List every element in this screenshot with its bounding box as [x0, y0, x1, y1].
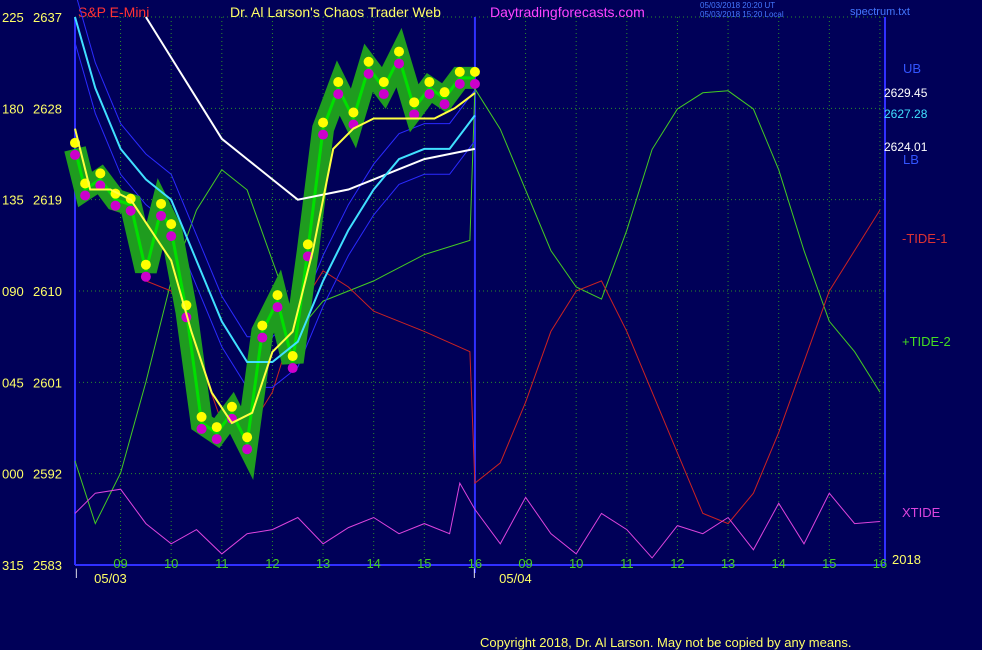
chart-container: 315 2583 000 2592 045 2601 090 2610 135 2619 180 26…: [0, 0, 982, 650]
high-marker: [333, 77, 344, 88]
high-marker: [287, 351, 298, 362]
high-marker: [166, 219, 177, 230]
x-tick-label: 09: [113, 556, 127, 571]
low-marker: [140, 271, 151, 282]
price-tick-label: 2601: [33, 375, 62, 390]
x-tick-label: 11: [620, 556, 634, 571]
high-marker: [196, 411, 207, 422]
xtide-label: XTIDE: [902, 505, 941, 520]
high-marker: [409, 97, 420, 108]
low-marker: [156, 210, 167, 221]
year-label: 2018: [892, 552, 921, 567]
low-marker: [110, 200, 121, 211]
date-label: 05/04: [499, 571, 532, 586]
osc-tick-label: 225: [2, 10, 24, 25]
ub-label: UB: [903, 61, 921, 76]
osc-tick-label: 090: [2, 284, 24, 299]
high-marker: [454, 66, 465, 77]
x-tick-label: 13: [316, 556, 330, 571]
osc-tick-label: 315: [2, 558, 24, 573]
price-mid-label: 2627.28: [884, 107, 928, 121]
x-tick-label: 15: [417, 556, 431, 571]
low-marker: [439, 99, 450, 110]
x-tick-label: 15: [822, 556, 836, 571]
high-marker: [394, 46, 404, 57]
high-marker: [348, 107, 359, 118]
high-marker: [302, 239, 313, 250]
symbol-label: S&P E-Mini: [78, 4, 149, 20]
high-marker: [156, 198, 167, 209]
low-marker: [257, 332, 268, 343]
x-tick-label: 13: [721, 556, 735, 571]
low-marker: [125, 205, 136, 216]
low-marker: [333, 89, 344, 100]
chart-title: Dr. Al Larson's Chaos Trader Web: [230, 4, 441, 20]
high-marker: [363, 56, 374, 67]
low-marker: [242, 444, 253, 455]
low-marker: [363, 68, 374, 79]
price-tick-label: 2610: [33, 284, 62, 299]
series-xtide: [74, 481, 880, 559]
high-marker: [378, 77, 389, 88]
price-tick-label: 2637: [33, 10, 62, 25]
high-marker: [469, 66, 480, 77]
high-marker: [140, 259, 151, 270]
x-tick-label: 11: [215, 556, 229, 571]
x-tick-label: 10: [164, 556, 178, 571]
timestamp-utc: 05/03/2018 20:20 UT: [700, 1, 775, 10]
high-marker: [211, 422, 222, 433]
osc-tick-label: 000: [2, 467, 24, 482]
x-tick-label: 09: [518, 556, 532, 571]
x-tick-label: 16: [873, 556, 887, 571]
low-marker: [454, 78, 465, 89]
tide-plus-label: +TIDE-2: [902, 334, 951, 349]
low-marker: [80, 190, 91, 201]
x-tick-label: 10: [569, 556, 583, 571]
date-label: 05/03: [94, 571, 127, 586]
high-marker: [226, 401, 237, 412]
low-marker: [394, 58, 404, 69]
high-marker: [242, 432, 253, 443]
site-label: Daytradingforecasts.com: [490, 4, 645, 20]
price-tick-label: 2583: [33, 558, 62, 573]
price-tick-label: 2592: [33, 467, 62, 482]
low-marker: [318, 129, 329, 140]
x-tick-label: 12: [670, 556, 684, 571]
low-marker: [469, 78, 480, 89]
osc-tick-label: 180: [2, 101, 24, 116]
high-marker: [257, 320, 268, 331]
x-tick-label: 14: [366, 556, 380, 571]
price-tick-label: 2619: [33, 193, 62, 208]
osc-tick-label: 135: [2, 193, 24, 208]
price-high-label: 2629.45: [884, 86, 928, 100]
file-label: spectrum.txt: [850, 6, 910, 18]
low-marker: [272, 302, 283, 313]
low-marker: [287, 363, 298, 374]
osc-tick-label: 045: [2, 375, 24, 390]
low-marker: [70, 149, 80, 160]
x-tick-label: 12: [265, 556, 279, 571]
high-marker: [424, 77, 435, 88]
high-marker: [272, 290, 283, 301]
high-marker: [95, 168, 106, 179]
high-marker: [318, 117, 329, 128]
low-marker: [196, 423, 207, 434]
low-marker: [424, 89, 435, 100]
copyright: Copyright 2018, Dr. Al Larson. May not b…: [480, 635, 851, 650]
chaos-trader-chart: 315 2583 000 2592 045 2601 090 2610 135 2619 180 26…: [2, 0, 951, 650]
lb-label: LB: [903, 152, 919, 167]
x-tick-label: 14: [771, 556, 785, 571]
price-tick-label: 2628: [33, 101, 62, 116]
low-marker: [211, 434, 222, 445]
high-marker: [439, 87, 450, 98]
timestamp-local: 05/03/2018 15:20 Local: [700, 10, 784, 19]
low-marker: [378, 89, 389, 100]
date-tick: |: [473, 568, 476, 579]
tide-minus-label: -TIDE-1: [902, 231, 948, 246]
date-tick: |: [75, 568, 78, 579]
low-marker: [166, 231, 177, 242]
